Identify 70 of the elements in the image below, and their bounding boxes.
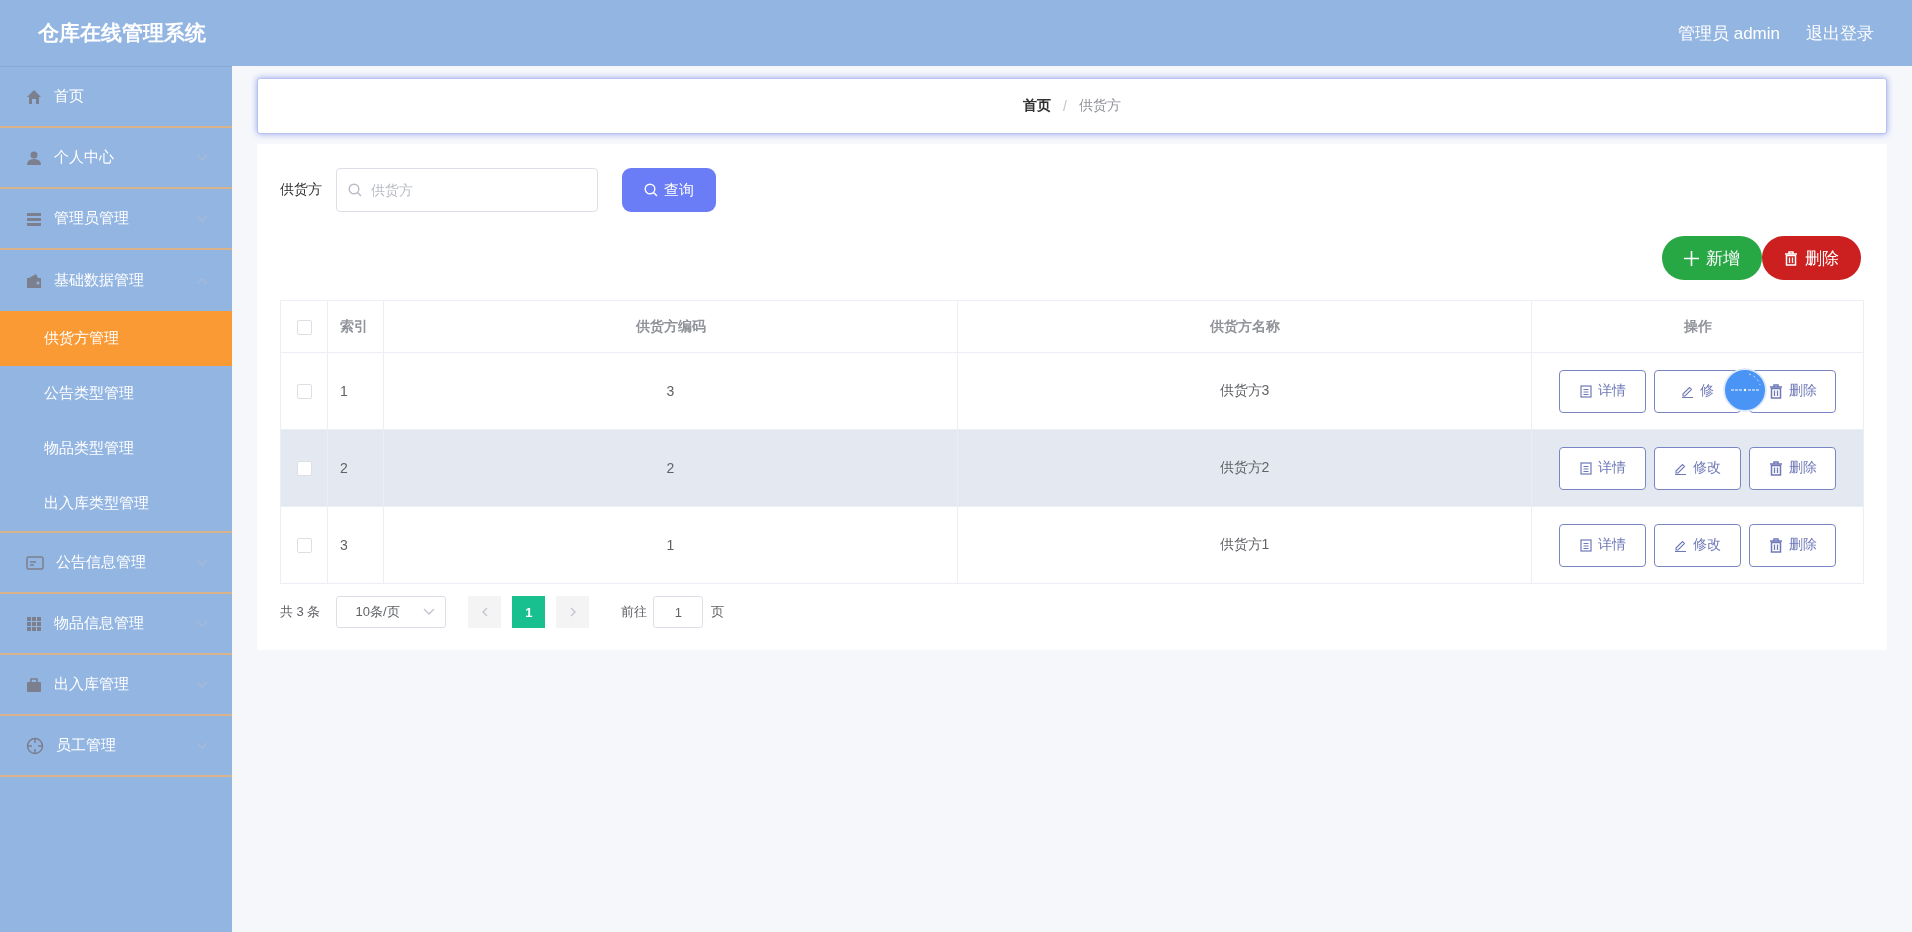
table-cell: 1 <box>666 537 675 553</box>
column-header: 供货方编码 <box>635 317 706 334</box>
page-number[interactable]: 1 <box>512 596 546 628</box>
card-icon <box>26 554 44 571</box>
app-title: 仓库在线管理系统 <box>38 20 206 46</box>
query-button[interactable]: 查询 <box>622 168 716 212</box>
briefcase-icon <box>26 676 42 693</box>
table-row[interactable]: 3 1 供货方1 详情 修改 删除 <box>280 506 1864 584</box>
checkbox[interactable] <box>296 319 312 335</box>
document-icon <box>1579 384 1592 398</box>
add-button[interactable]: 新增 <box>1662 236 1762 280</box>
chevron-left-icon <box>480 607 489 617</box>
floating-widget-overlay[interactable] <box>1723 367 1767 412</box>
user-icon <box>26 149 42 166</box>
table-cell: 2 <box>666 460 675 476</box>
page-size-select[interactable]: 10条/页 <box>336 596 447 628</box>
trash-icon <box>1768 460 1783 476</box>
table-cell: 3 <box>666 383 675 399</box>
search-icon <box>644 183 658 197</box>
document-icon <box>1579 538 1592 552</box>
checkbox[interactable] <box>296 538 312 554</box>
prev-page-button[interactable] <box>468 596 502 628</box>
column-header: 操作 <box>1683 317 1712 334</box>
goto-page-field[interactable]: 1 <box>653 596 704 628</box>
delete-button[interactable]: 删除 <box>1749 446 1836 490</box>
pencil-icon <box>1681 384 1694 398</box>
detail-button[interactable]: 详情 <box>1559 446 1646 490</box>
search-field[interactable]: 供货方 <box>336 168 598 212</box>
delete-button[interactable]: 删除 <box>1749 523 1836 567</box>
table-cell: 供货方3 <box>1219 382 1270 398</box>
plus-icon <box>1684 250 1699 266</box>
next-page-button[interactable] <box>556 596 590 628</box>
crosshair-icon <box>26 736 44 755</box>
edit-button[interactable]: 修改 <box>1654 523 1741 567</box>
breadcrumb-item[interactable]: 首页 <box>1023 97 1052 115</box>
column-header: 索引 <box>340 317 368 334</box>
chevron-right-icon <box>568 607 577 617</box>
dropdown-icon <box>423 608 436 616</box>
table-cell: 供货方2 <box>1219 459 1270 475</box>
trash-icon <box>1768 383 1783 399</box>
table-cell: 供货方1 <box>1219 536 1270 552</box>
delete-button[interactable]: 删除 <box>1762 236 1861 280</box>
table-row[interactable]: 1 3 供货方3 详情 修 删除 <box>280 352 1864 430</box>
breadcrumb-item: 供货方 <box>1078 97 1121 115</box>
table-cell: 1 <box>340 383 348 399</box>
pencil-icon <box>1674 538 1687 552</box>
column-header: 供货方名称 <box>1209 317 1280 334</box>
search-label: 供货方 <box>280 181 322 199</box>
checkbox[interactable] <box>296 461 312 477</box>
search-icon <box>348 183 362 197</box>
document-icon <box>1579 461 1592 475</box>
edit-button[interactable]: 修改 <box>1654 446 1741 490</box>
detail-button[interactable]: 详情 <box>1559 369 1646 413</box>
pencil-icon <box>1674 461 1687 475</box>
detail-button[interactable]: 详情 <box>1559 523 1646 567</box>
total-count: 共 3 条 <box>280 603 321 621</box>
wallet-icon <box>26 272 42 289</box>
checkbox[interactable] <box>296 384 312 400</box>
trash-icon <box>1768 537 1783 553</box>
list-icon <box>26 210 42 227</box>
user-name: 管理员 admin <box>1677 22 1780 45</box>
breadcrumb-separator: / <box>1063 98 1067 114</box>
goto-label: 前往 <box>621 603 648 621</box>
table-cell: 3 <box>340 537 348 553</box>
trash-icon <box>1784 250 1798 266</box>
table-cell: 2 <box>340 460 348 476</box>
home-icon <box>26 88 42 105</box>
grid-icon <box>26 615 42 632</box>
table-row[interactable]: 2 2 供货方2 详情 修改 删除 <box>280 429 1864 507</box>
page-suffix: 页 <box>711 603 725 621</box>
